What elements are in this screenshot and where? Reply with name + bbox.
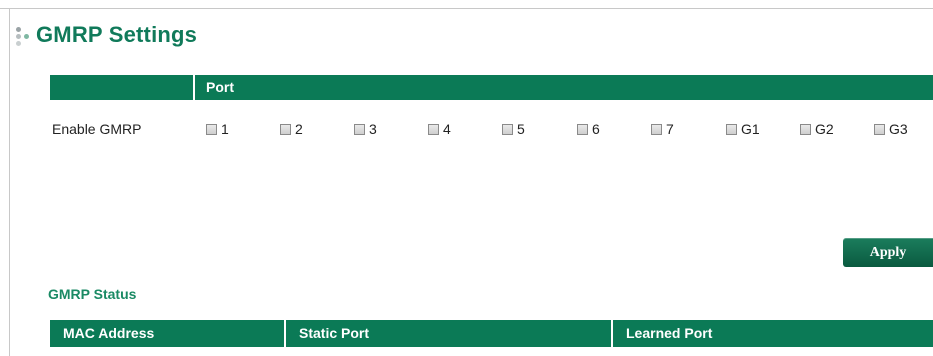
port-label: 1 [221,121,229,137]
port-label: 5 [517,121,525,137]
frame-left-border [9,8,10,356]
port-label: 4 [443,121,451,137]
port-label: G3 [889,121,908,137]
port-label: G1 [741,121,760,137]
learned-port-column-header: Learned Port [626,325,713,341]
port-checkbox[interactable] [428,123,439,135]
port-checkbox[interactable] [651,123,662,135]
header-divider [193,75,195,100]
page-title-row: GMRP Settings [14,18,197,52]
port-checkbox[interactable] [800,123,811,135]
port-checkbox[interactable] [354,123,365,135]
frame-top-border [0,8,933,9]
port-checkbox-item[interactable]: 7 [651,120,674,138]
header-divider [284,320,286,347]
port-checkbox[interactable] [874,123,885,135]
port-checkbox[interactable] [206,123,217,135]
port-label: 7 [666,121,674,137]
page-title: GMRP Settings [36,22,198,47]
port-table-header: Port [50,75,933,100]
port-label: G2 [815,121,834,137]
enable-gmrp-label: Enable GMRP [52,121,142,137]
port-checkbox-item[interactable]: 5 [502,120,525,138]
mac-address-column-header: MAC Address [63,325,155,341]
status-table-header: MAC Address Static Port Learned Port [50,320,933,347]
port-checkbox-item[interactable]: 3 [354,120,377,138]
port-checkbox[interactable] [726,123,737,135]
port-label: 2 [295,121,303,137]
port-checkbox-item[interactable]: G2 [800,120,834,138]
port-checkbox-item[interactable]: 4 [428,120,451,138]
header-divider [611,320,613,347]
port-checkbox[interactable] [577,123,588,135]
port-checkbox[interactable] [280,123,291,135]
static-port-column-header: Static Port [299,325,370,341]
port-label: 3 [369,121,377,137]
port-checkbox[interactable] [502,123,513,135]
port-checkbox-item[interactable]: G1 [726,120,760,138]
port-checkbox-item[interactable]: 6 [577,120,600,138]
apply-button[interactable]: Apply [843,238,933,267]
port-label: 6 [592,121,600,137]
port-checkbox-item[interactable]: G3 [874,120,908,138]
port-checkbox-item[interactable]: 1 [206,120,229,138]
port-column-header: Port [206,79,234,95]
title-bullet-icon [14,23,34,47]
gmrp-status-title: GMRP Status [48,286,137,302]
port-checkbox-item[interactable]: 2 [280,120,303,138]
page-frame: GMRP Settings Port Enable GMRP 1 2 3 4 5… [0,0,933,356]
